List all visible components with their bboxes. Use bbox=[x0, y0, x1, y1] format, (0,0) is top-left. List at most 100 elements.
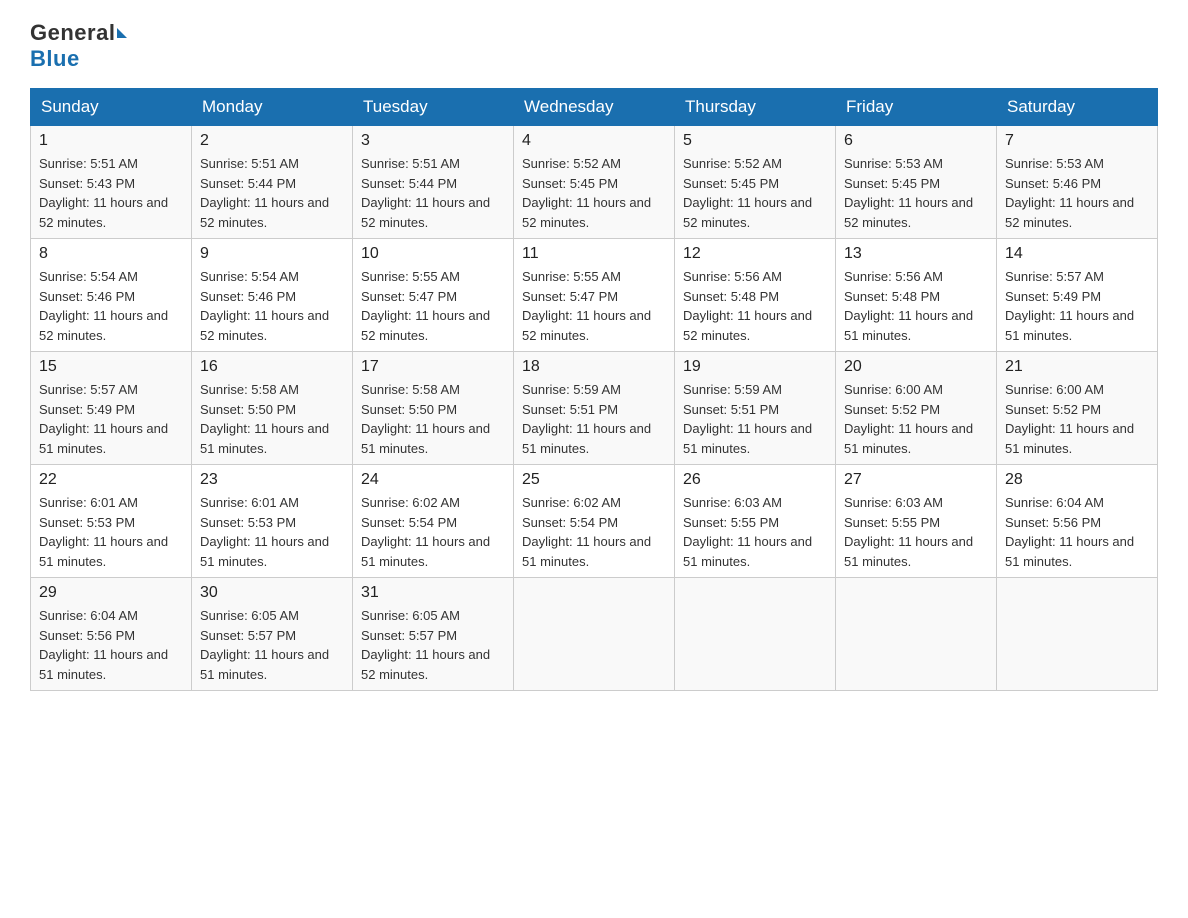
page-header: General Blue bbox=[30, 20, 1158, 72]
day-info: Sunrise: 6:01 AMSunset: 5:53 PMDaylight:… bbox=[39, 493, 183, 571]
day-info: Sunrise: 5:59 AMSunset: 5:51 PMDaylight:… bbox=[683, 380, 827, 458]
day-number: 27 bbox=[844, 471, 988, 489]
calendar-cell: 29 Sunrise: 6:04 AMSunset: 5:56 PMDayligh… bbox=[31, 578, 192, 691]
calendar-cell: 11 Sunrise: 5:55 AMSunset: 5:47 PMDayligh… bbox=[514, 239, 675, 352]
calendar-cell: 7 Sunrise: 5:53 AMSunset: 5:46 PMDaylight… bbox=[997, 126, 1158, 239]
day-info: Sunrise: 6:04 AMSunset: 5:56 PMDaylight:… bbox=[39, 606, 183, 684]
day-info: Sunrise: 5:58 AMSunset: 5:50 PMDaylight:… bbox=[361, 380, 505, 458]
logo-general-text: General bbox=[30, 20, 115, 46]
calendar-cell: 10 Sunrise: 5:55 AMSunset: 5:47 PMDayligh… bbox=[353, 239, 514, 352]
day-number: 3 bbox=[361, 132, 505, 150]
day-info: Sunrise: 5:52 AMSunset: 5:45 PMDaylight:… bbox=[522, 154, 666, 232]
day-info: Sunrise: 5:56 AMSunset: 5:48 PMDaylight:… bbox=[844, 267, 988, 345]
day-number: 4 bbox=[522, 132, 666, 150]
day-number: 14 bbox=[1005, 245, 1149, 263]
calendar-cell bbox=[514, 578, 675, 691]
day-number: 13 bbox=[844, 245, 988, 263]
calendar-cell: 22 Sunrise: 6:01 AMSunset: 5:53 PMDayligh… bbox=[31, 465, 192, 578]
calendar-cell: 13 Sunrise: 5:56 AMSunset: 5:48 PMDayligh… bbox=[836, 239, 997, 352]
day-number: 11 bbox=[522, 245, 666, 263]
logo-arrow-icon bbox=[117, 28, 127, 38]
day-info: Sunrise: 5:52 AMSunset: 5:45 PMDaylight:… bbox=[683, 154, 827, 232]
calendar-cell: 20 Sunrise: 6:00 AMSunset: 5:52 PMDayligh… bbox=[836, 352, 997, 465]
day-number: 12 bbox=[683, 245, 827, 263]
weekday-header-friday: Friday bbox=[836, 89, 997, 126]
calendar-cell: 12 Sunrise: 5:56 AMSunset: 5:48 PMDayligh… bbox=[675, 239, 836, 352]
day-number: 22 bbox=[39, 471, 183, 489]
week-row-4: 22 Sunrise: 6:01 AMSunset: 5:53 PMDayligh… bbox=[31, 465, 1158, 578]
calendar-cell: 17 Sunrise: 5:58 AMSunset: 5:50 PMDayligh… bbox=[353, 352, 514, 465]
day-number: 17 bbox=[361, 358, 505, 376]
calendar-cell: 2 Sunrise: 5:51 AMSunset: 5:44 PMDaylight… bbox=[192, 126, 353, 239]
day-number: 15 bbox=[39, 358, 183, 376]
calendar-cell: 4 Sunrise: 5:52 AMSunset: 5:45 PMDaylight… bbox=[514, 126, 675, 239]
day-info: Sunrise: 6:00 AMSunset: 5:52 PMDaylight:… bbox=[844, 380, 988, 458]
day-info: Sunrise: 5:54 AMSunset: 5:46 PMDaylight:… bbox=[39, 267, 183, 345]
week-row-1: 1 Sunrise: 5:51 AMSunset: 5:43 PMDaylight… bbox=[31, 126, 1158, 239]
calendar-cell: 16Sunrise: 5:58 AMSunset: 5:50 PMDayligh… bbox=[192, 352, 353, 465]
weekday-header-monday: Monday bbox=[192, 89, 353, 126]
calendar-cell: 1 Sunrise: 5:51 AMSunset: 5:43 PMDaylight… bbox=[31, 126, 192, 239]
week-row-2: 8Sunrise: 5:54 AMSunset: 5:46 PMDaylight… bbox=[31, 239, 1158, 352]
day-number: 7 bbox=[1005, 132, 1149, 150]
day-info: Sunrise: 5:55 AMSunset: 5:47 PMDaylight:… bbox=[522, 267, 666, 345]
day-info: Sunrise: 5:55 AMSunset: 5:47 PMDaylight:… bbox=[361, 267, 505, 345]
day-info: Sunrise: 6:05 AMSunset: 5:57 PMDaylight:… bbox=[361, 606, 505, 684]
weekday-header-sunday: Sunday bbox=[31, 89, 192, 126]
day-number: 26 bbox=[683, 471, 827, 489]
calendar-cell: 28Sunrise: 6:04 AMSunset: 5:56 PMDayligh… bbox=[997, 465, 1158, 578]
calendar-cell: 19Sunrise: 5:59 AMSunset: 5:51 PMDayligh… bbox=[675, 352, 836, 465]
calendar-cell: 26 Sunrise: 6:03 AMSunset: 5:55 PMDayligh… bbox=[675, 465, 836, 578]
day-number: 21 bbox=[1005, 358, 1149, 376]
day-info: Sunrise: 6:03 AMSunset: 5:55 PMDaylight:… bbox=[844, 493, 988, 571]
week-row-5: 29 Sunrise: 6:04 AMSunset: 5:56 PMDayligh… bbox=[31, 578, 1158, 691]
weekday-header-thursday: Thursday bbox=[675, 89, 836, 126]
calendar-cell: 3Sunrise: 5:51 AMSunset: 5:44 PMDaylight… bbox=[353, 126, 514, 239]
day-info: Sunrise: 6:03 AMSunset: 5:55 PMDaylight:… bbox=[683, 493, 827, 571]
day-info: Sunrise: 5:57 AMSunset: 5:49 PMDaylight:… bbox=[39, 380, 183, 458]
day-info: Sunrise: 5:59 AMSunset: 5:51 PMDaylight:… bbox=[522, 380, 666, 458]
day-number: 23 bbox=[200, 471, 344, 489]
calendar-cell bbox=[675, 578, 836, 691]
calendar-cell bbox=[836, 578, 997, 691]
day-info: Sunrise: 5:54 AMSunset: 5:46 PMDaylight:… bbox=[200, 267, 344, 345]
day-info: Sunrise: 6:05 AMSunset: 5:57 PMDaylight:… bbox=[200, 606, 344, 684]
day-info: Sunrise: 6:02 AMSunset: 5:54 PMDaylight:… bbox=[361, 493, 505, 571]
calendar-cell: 14Sunrise: 5:57 AMSunset: 5:49 PMDayligh… bbox=[997, 239, 1158, 352]
day-number: 5 bbox=[683, 132, 827, 150]
calendar-cell: 18 Sunrise: 5:59 AMSunset: 5:51 PMDayligh… bbox=[514, 352, 675, 465]
calendar-cell: 9 Sunrise: 5:54 AMSunset: 5:46 PMDaylight… bbox=[192, 239, 353, 352]
logo-blue-text: Blue bbox=[30, 46, 80, 72]
calendar-cell bbox=[997, 578, 1158, 691]
calendar-cell: 6Sunrise: 5:53 AMSunset: 5:45 PMDaylight… bbox=[836, 126, 997, 239]
calendar-cell: 21 Sunrise: 6:00 AMSunset: 5:52 PMDayligh… bbox=[997, 352, 1158, 465]
day-number: 16 bbox=[200, 358, 344, 376]
day-info: Sunrise: 6:01 AMSunset: 5:53 PMDaylight:… bbox=[200, 493, 344, 571]
day-info: Sunrise: 6:00 AMSunset: 5:52 PMDaylight:… bbox=[1005, 380, 1149, 458]
day-number: 28 bbox=[1005, 471, 1149, 489]
day-number: 6 bbox=[844, 132, 988, 150]
day-number: 31 bbox=[361, 584, 505, 602]
day-number: 10 bbox=[361, 245, 505, 263]
day-number: 20 bbox=[844, 358, 988, 376]
week-row-3: 15 Sunrise: 5:57 AMSunset: 5:49 PMDayligh… bbox=[31, 352, 1158, 465]
day-number: 30 bbox=[200, 584, 344, 602]
calendar-cell: 23 Sunrise: 6:01 AMSunset: 5:53 PMDayligh… bbox=[192, 465, 353, 578]
weekday-header-wednesday: Wednesday bbox=[514, 89, 675, 126]
day-info: Sunrise: 5:56 AMSunset: 5:48 PMDaylight:… bbox=[683, 267, 827, 345]
day-info: Sunrise: 5:51 AMSunset: 5:44 PMDaylight:… bbox=[200, 154, 344, 232]
logo: General Blue bbox=[30, 20, 127, 72]
day-number: 29 bbox=[39, 584, 183, 602]
day-number: 1 bbox=[39, 132, 183, 150]
weekday-header-row: SundayMondayTuesdayWednesdayThursdayFrid… bbox=[31, 89, 1158, 126]
calendar-cell: 5 Sunrise: 5:52 AMSunset: 5:45 PMDaylight… bbox=[675, 126, 836, 239]
calendar-cell: 8Sunrise: 5:54 AMSunset: 5:46 PMDaylight… bbox=[31, 239, 192, 352]
day-number: 18 bbox=[522, 358, 666, 376]
day-number: 9 bbox=[200, 245, 344, 263]
day-number: 25 bbox=[522, 471, 666, 489]
calendar-cell: 24Sunrise: 6:02 AMSunset: 5:54 PMDayligh… bbox=[353, 465, 514, 578]
day-info: Sunrise: 5:51 AMSunset: 5:43 PMDaylight:… bbox=[39, 154, 183, 232]
day-number: 2 bbox=[200, 132, 344, 150]
day-info: Sunrise: 5:53 AMSunset: 5:46 PMDaylight:… bbox=[1005, 154, 1149, 232]
day-info: Sunrise: 6:02 AMSunset: 5:54 PMDaylight:… bbox=[522, 493, 666, 571]
